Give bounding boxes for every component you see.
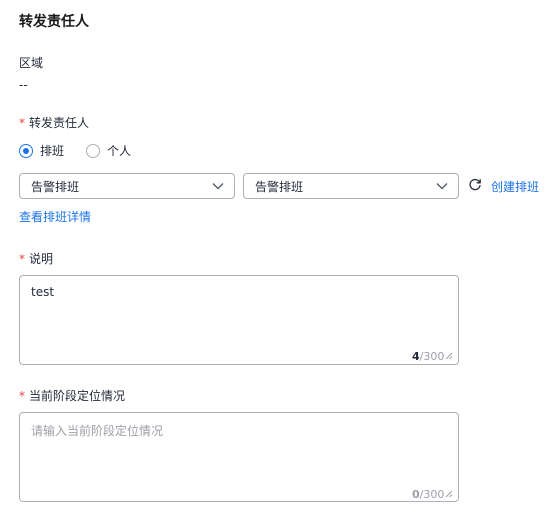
status-char-counter: 0/300	[412, 488, 444, 501]
resize-handle-icon[interactable]	[445, 352, 453, 360]
description-char-count: 4	[412, 350, 420, 363]
assignee-field-label: * 转发责任人	[19, 114, 89, 131]
view-schedule-details-link[interactable]: 查看排班详情	[19, 208, 91, 225]
schedule-select-2[interactable]: 告警排班	[243, 173, 459, 199]
radio-unchecked-icon	[86, 143, 101, 158]
schedule-select-2-value: 告警排班	[255, 179, 304, 194]
chevron-down-icon	[212, 183, 224, 190]
radio-schedule[interactable]: 排班	[19, 142, 64, 159]
description-char-max: /300	[419, 350, 445, 363]
radio-checked-icon	[19, 143, 33, 158]
schedule-select-1[interactable]: 告警排班	[19, 173, 235, 199]
required-mark: *	[19, 252, 25, 266]
description-char-counter: 4/300	[412, 350, 444, 363]
region-value: --	[19, 78, 28, 92]
chevron-down-icon	[436, 183, 448, 190]
assignee-label-text: 转发责任人	[29, 116, 90, 130]
assignee-type-radio-group: 排班 个人	[19, 142, 153, 159]
schedule-select-1-value: 告警排班	[31, 179, 80, 194]
radio-individual[interactable]: 个人	[86, 142, 131, 159]
status-textarea[interactable]	[19, 412, 459, 502]
status-label-text: 当前阶段定位情况	[29, 389, 126, 403]
radio-individual-label: 个人	[107, 144, 132, 158]
status-field-label: * 当前阶段定位情况	[19, 387, 125, 404]
status-char-count: 0	[412, 488, 420, 501]
required-mark: *	[19, 116, 25, 130]
required-mark: *	[19, 389, 25, 403]
description-textarea[interactable]: test	[19, 275, 459, 365]
form-title: 转发责任人	[19, 14, 89, 30]
create-schedule-link[interactable]: 创建排班	[491, 178, 539, 195]
resize-handle-icon[interactable]	[445, 490, 453, 498]
description-field-label: * 说明	[19, 250, 53, 267]
description-label-text: 说明	[29, 252, 54, 266]
region-label: 区域	[19, 56, 44, 70]
status-char-max: /300	[419, 488, 445, 501]
refresh-icon[interactable]	[468, 178, 482, 192]
radio-schedule-label: 排班	[40, 144, 65, 158]
